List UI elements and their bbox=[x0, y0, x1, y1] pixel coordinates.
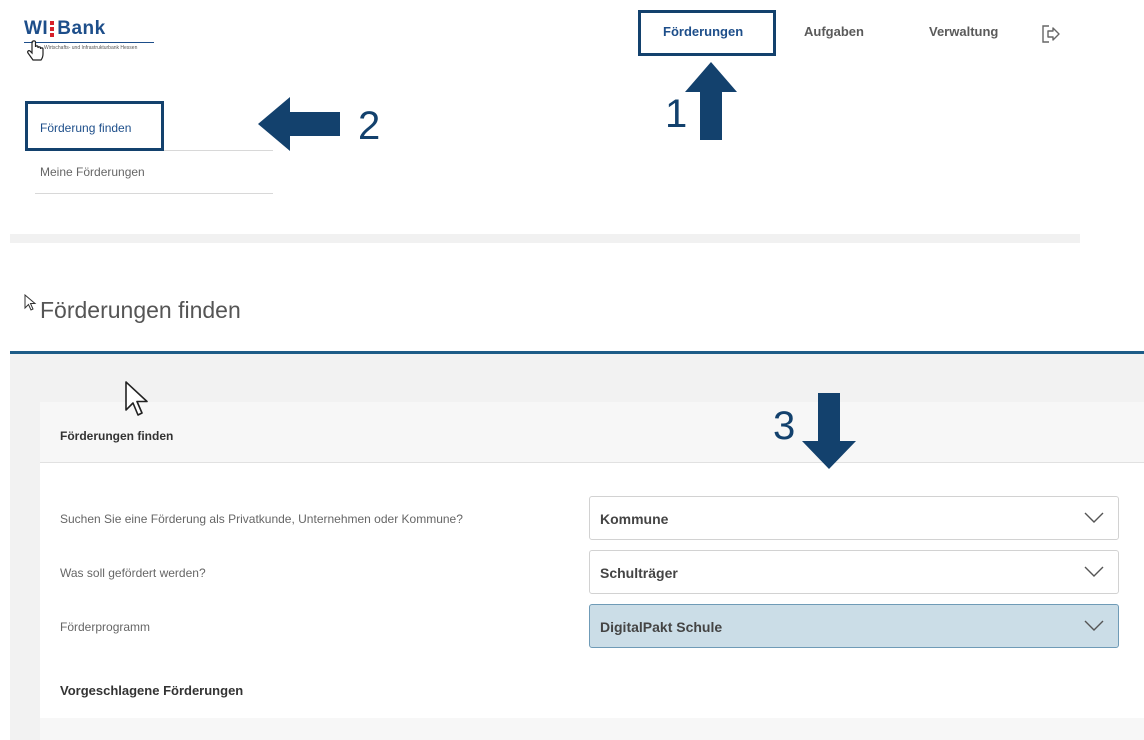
highlight-box-foerderungen bbox=[638, 10, 776, 56]
chevron-down-icon bbox=[1084, 566, 1104, 577]
highlight-box-foerderung-finden bbox=[25, 101, 164, 151]
arrow-down-icon bbox=[802, 393, 856, 469]
card-title: Förderungen finden bbox=[60, 429, 174, 443]
subnav-meine-foerderungen[interactable]: Meine Förderungen bbox=[40, 165, 145, 179]
logout-icon[interactable] bbox=[1040, 24, 1062, 44]
suggested-list-strip bbox=[40, 718, 1144, 740]
question-subject-label: Was soll gefördert werden? bbox=[60, 566, 206, 580]
customer-type-value: Kommune bbox=[600, 511, 669, 527]
question-program-label: Förderprogramm bbox=[60, 620, 151, 634]
chevron-down-icon bbox=[1084, 512, 1104, 523]
pointer-cursor-icon bbox=[125, 381, 148, 416]
program-select[interactable]: DigitalPakt Schule bbox=[589, 604, 1119, 648]
arrow-up-icon bbox=[685, 62, 737, 140]
annotation-step-2: 2 bbox=[358, 104, 381, 148]
nav-aufgaben[interactable]: Aufgaben bbox=[804, 24, 864, 39]
subnav-divider bbox=[35, 193, 273, 194]
annotation-step-1: 1 bbox=[665, 92, 688, 136]
logo-bars-icon bbox=[50, 21, 55, 37]
subject-select[interactable]: Schulträger bbox=[589, 550, 1119, 594]
subject-value: Schulträger bbox=[600, 565, 678, 581]
customer-type-select[interactable]: Kommune bbox=[589, 496, 1119, 540]
hand-cursor-icon bbox=[27, 40, 44, 61]
question-customer-type-label: Suchen Sie eine Förderung als Privatkund… bbox=[60, 512, 463, 526]
section-separator bbox=[10, 234, 1080, 243]
logo-text-right: Bank bbox=[57, 18, 106, 39]
suggested-heading: Vorgeschlagene Förderungen bbox=[60, 683, 244, 698]
logo-subtitle: Wirtschafts- und Infrastrukturbank Hesse… bbox=[44, 45, 138, 51]
card-header: Förderungen finden bbox=[40, 402, 1144, 463]
logo-wordmark: WI Bank bbox=[24, 18, 106, 40]
page-title: Förderungen finden bbox=[40, 297, 241, 323]
annotation-step-3: 3 bbox=[773, 404, 796, 448]
program-value: DigitalPakt Schule bbox=[600, 619, 723, 635]
logo-text-left: WI bbox=[24, 18, 49, 39]
chevron-down-icon bbox=[1084, 620, 1104, 631]
arrow-left-icon bbox=[258, 97, 340, 151]
nav-verwaltung[interactable]: Verwaltung bbox=[929, 24, 998, 39]
pointer-cursor-icon bbox=[24, 294, 37, 311]
